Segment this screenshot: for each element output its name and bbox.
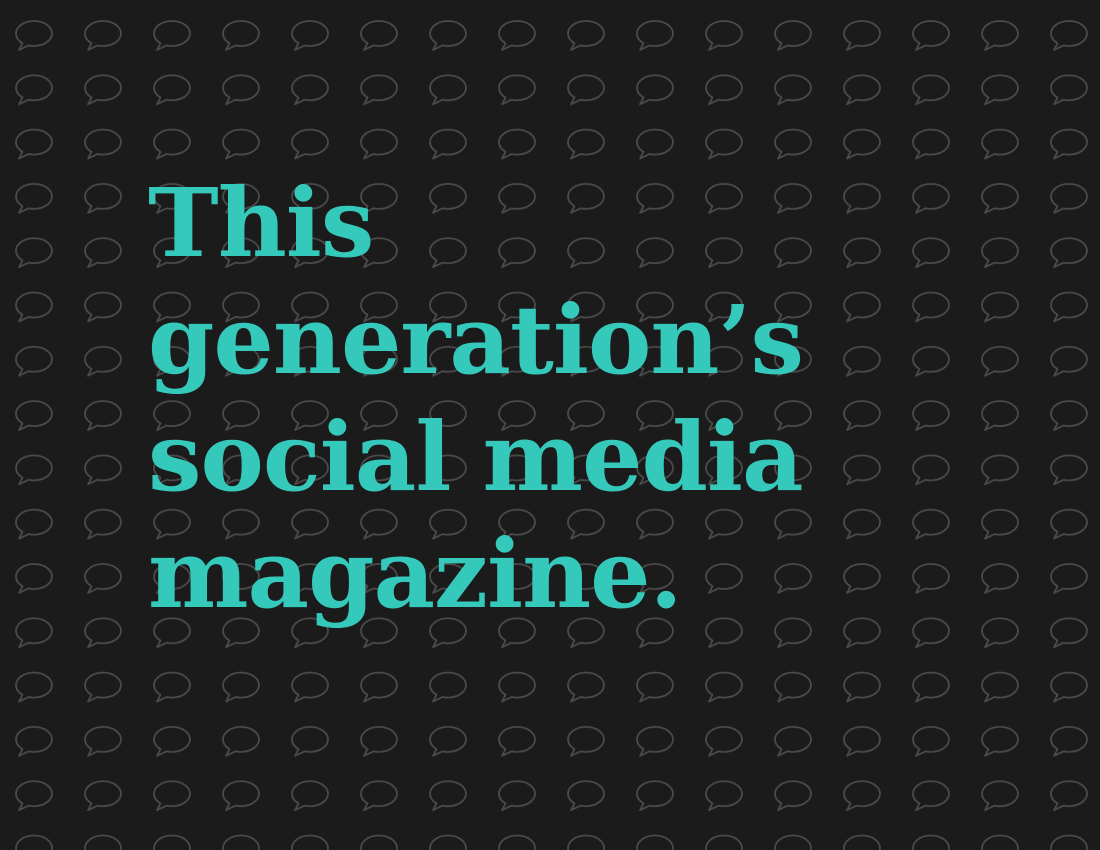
- headline: This generation’s social media magazine.: [148, 165, 804, 633]
- hero-section: This generation’s social media magazine.: [0, 0, 1100, 850]
- headline-line-1: This: [148, 168, 374, 279]
- headline-line-4: magazine.: [148, 519, 683, 630]
- headline-line-3: social media: [148, 402, 804, 513]
- headline-line-2: generation’s: [148, 285, 804, 396]
